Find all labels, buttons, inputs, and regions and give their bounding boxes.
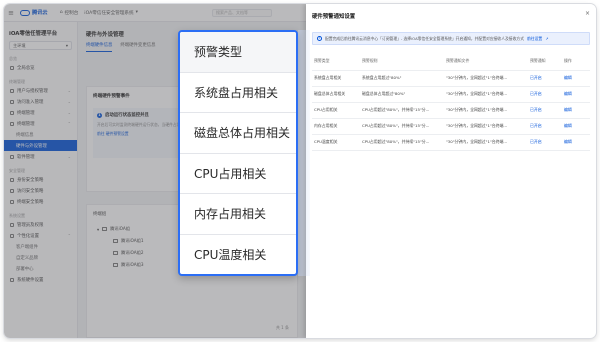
status-cell: 已开启: [528, 86, 562, 103]
zoom-item: CPU占用相关: [180, 154, 296, 194]
alert-type-cell: 磁盘总体占用相关: [312, 86, 360, 103]
close-icon[interactable]: ×: [585, 10, 590, 17]
drawer-title: 硬件预警通知设置: [312, 14, 356, 20]
external-link-icon: ↗: [545, 36, 549, 41]
info-banner: i 配置完成后前往腾讯云消息中心「订阅管理」- 选择iOA零信任安全管理系统」开…: [312, 32, 590, 45]
zoom-item: 磁盘总体占用相关: [180, 113, 296, 154]
alert-type-cell: 系统盘占用相关: [312, 70, 360, 87]
zoom-item: CPU温度相关: [194, 248, 267, 263]
table-header-row: 预警类型 预警规则 预警通知文件 预警通知 操作: [312, 52, 590, 71]
column-header: 预警类型: [312, 52, 360, 71]
notify-condition-cell: "30"分钟内，全网超过"1"台终端...: [444, 118, 528, 135]
notify-condition-cell: "30"分钟内，全网超过"1"台终端...: [444, 102, 528, 119]
info-icon: i: [317, 36, 322, 41]
edit-button[interactable]: 编辑: [562, 118, 590, 135]
edit-button[interactable]: 编辑: [562, 70, 590, 87]
column-header: 操作: [562, 52, 590, 71]
table-row: 磁盘总体占用相关 磁盘总体占用超过"80%" "30"分钟内，全网超过"1"台终…: [312, 86, 590, 103]
status-cell: 已开启: [528, 118, 562, 135]
alert-rule-cell: CPU占用超过"80%"，并持续"15"分...: [360, 118, 444, 135]
app-window: ≡ 腾讯云 ⌂ 控制台 iOA零信任安全管理系统 ▾ 搜索产品、文档等 iOA零…: [4, 4, 596, 338]
alert-rule-cell: 系统盘占用超过"80%": [360, 70, 444, 87]
alert-rule-cell: 磁盘总体占用超过"80%": [360, 86, 444, 103]
zoom-highlight-beam: [298, 30, 310, 276]
banner-text: 配置完成后前往腾讯云消息中心「订阅管理」- 选择iOA零信任安全管理系统」开启通…: [325, 35, 524, 41]
alert-rule-cell: CPU占用超过"80%"，并持续"15"分...: [360, 134, 444, 151]
notify-condition-cell: "30"分钟内，全网超过"1"台终端...: [444, 134, 528, 151]
notify-condition-cell: "30"分钟内，全网超过"1"台终端...: [444, 70, 528, 87]
edit-button[interactable]: 编辑: [562, 134, 590, 151]
column-header: 预警规则: [360, 52, 444, 71]
zoom-item: 内存占用相关: [180, 194, 296, 235]
notify-condition-cell: "30"分钟内，全网超过"1"台终端...: [444, 86, 528, 103]
zoom-item: 系统盘占用相关: [180, 73, 296, 113]
edit-button[interactable]: 编辑: [562, 86, 590, 103]
table-row: 内存占用相关 CPU占用超过"80%"，并持续"15"分... "30"分钟内，…: [312, 118, 590, 135]
alert-settings-drawer: 硬件预警通知设置 × i 配置完成后前往腾讯云消息中心「订阅管理」- 选择iOA…: [306, 4, 596, 338]
zoom-callout: 预警类型 系统盘占用相关 磁盘总体占用相关 CPU占用相关 内存占用相关 CPU…: [178, 30, 298, 276]
column-header: 预警通知文件: [444, 52, 528, 71]
table-row: 系统盘占用相关 系统盘占用超过"80%" "30"分钟内，全网超过"1"台终端.…: [312, 70, 590, 87]
alert-rule-cell: CPU占用超过"80%"，并持续"15"分...: [360, 102, 444, 119]
banner-settings-link[interactable]: 前往设置: [527, 36, 542, 42]
table-row: CPU温度相关 CPU占用超过"80%"，并持续"15"分... "30"分钟内…: [312, 134, 590, 151]
zoom-header: 预警类型: [180, 32, 296, 73]
status-cell: 已开启: [528, 70, 562, 87]
alert-type-cell: 内存占用相关: [312, 118, 360, 135]
alert-rules-table: 预警类型 预警规则 预警通知文件 预警通知 操作 系统盘占用相关 系统盘占用超过…: [312, 52, 590, 151]
alert-type-cell: CPU占用相关: [312, 102, 360, 119]
status-cell: 已开启: [528, 134, 562, 151]
status-cell: 已开启: [528, 102, 562, 119]
column-header: 预警通知: [528, 52, 562, 71]
edit-button[interactable]: 编辑: [562, 102, 590, 119]
alert-type-cell: CPU温度相关: [312, 134, 360, 151]
table-row: CPU占用相关 CPU占用超过"80%"，并持续"15"分... "30"分钟内…: [312, 102, 590, 119]
